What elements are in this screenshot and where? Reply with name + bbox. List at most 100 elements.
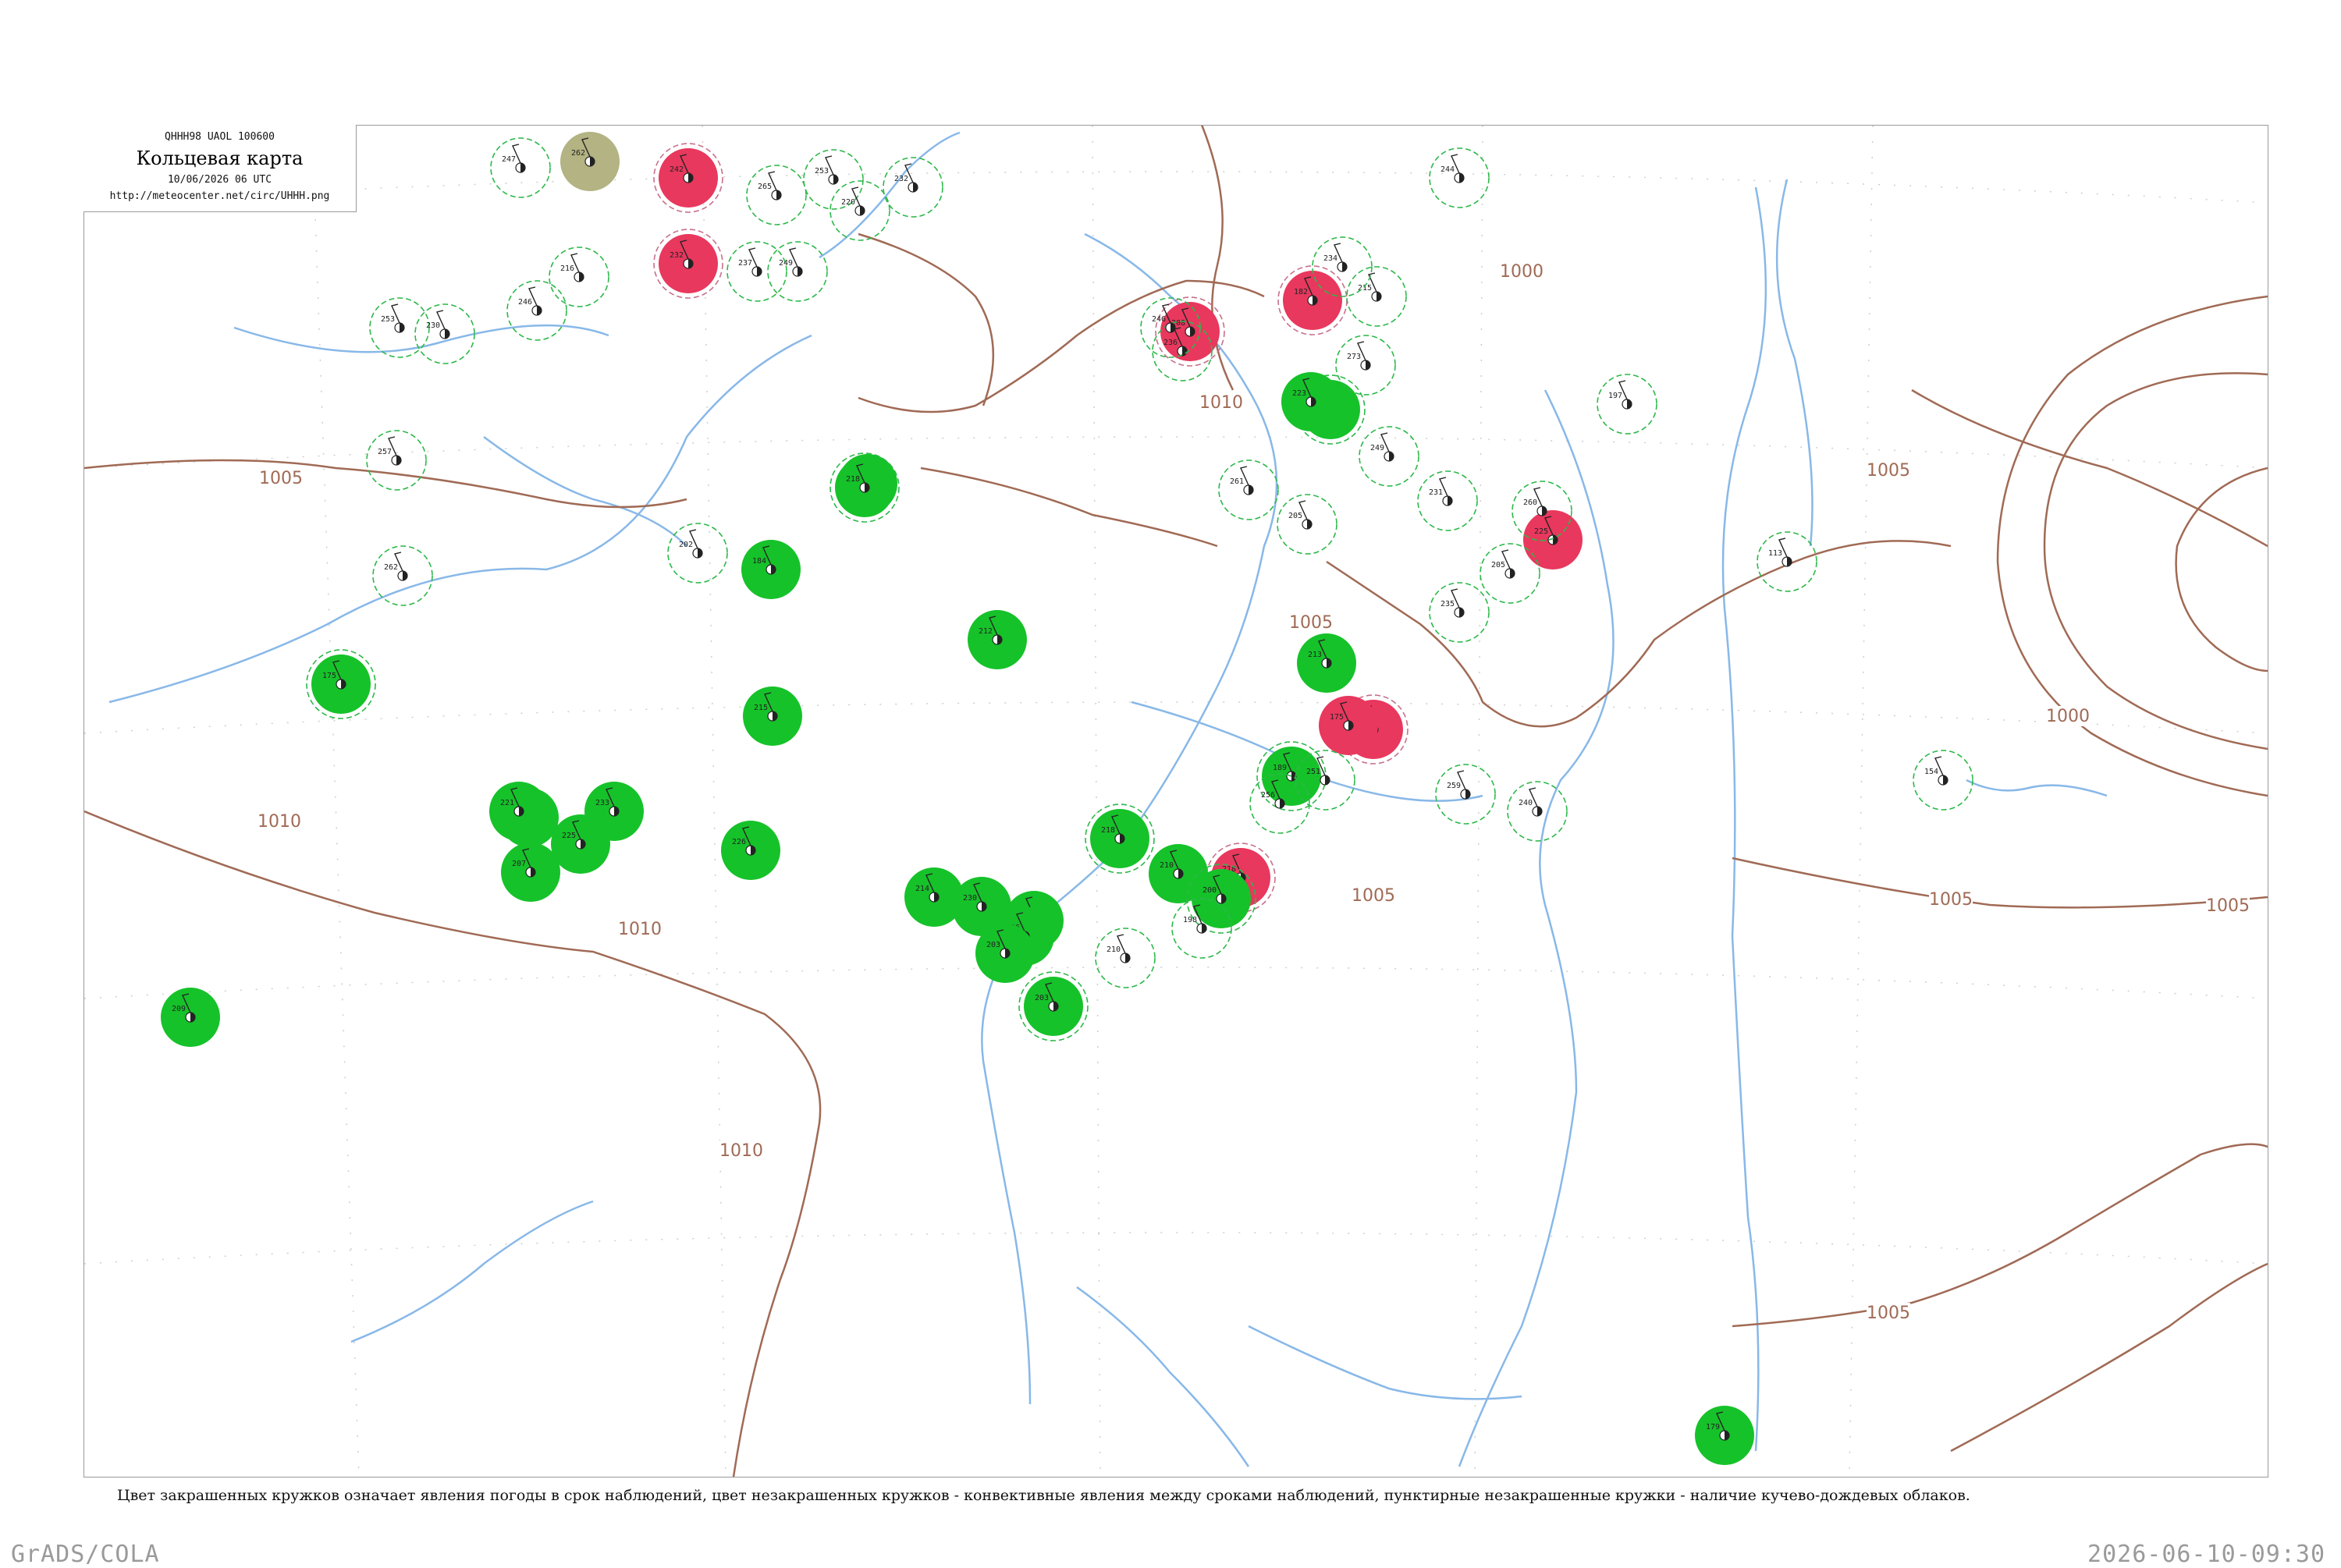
station-pressure-value: 230 <box>963 894 977 903</box>
station-pressure-value: 244 <box>1440 165 1455 174</box>
legend-caption: Цвет закрашенных кружков означает явлени… <box>117 1487 1970 1504</box>
weather-station: 265 <box>746 165 807 225</box>
station-pressure-value: 257 <box>378 448 392 456</box>
isobar-label: 1010 <box>258 812 301 832</box>
weather-station: 203 <box>1018 971 1089 1041</box>
weather-station: 197 <box>1597 374 1657 435</box>
station-pressure-value: 215 <box>754 704 768 712</box>
synoptic-map: 1010 1005 1010 1005 1005 1005 1000 1005 1005 1010… <box>84 126 2268 1477</box>
station-pressure-value: 200 <box>1202 886 1217 895</box>
station-pressure-value: 189 <box>1273 764 1287 772</box>
weather-station: 262 <box>372 545 433 606</box>
isobar-label: 1005 <box>1867 461 1910 481</box>
weather-station: 253 <box>369 297 430 358</box>
station-pressure-value: 207 <box>512 860 526 868</box>
station-pressure-value: 249 <box>1370 444 1384 452</box>
station-pressure-value: 262 <box>571 149 585 158</box>
station-pressure-value: 203 <box>986 941 1000 949</box>
station-pressure-value: 231 <box>1429 488 1443 497</box>
weather-station: 179 <box>1695 1406 1754 1465</box>
isobar-label: 1005 <box>1352 886 1395 906</box>
station-pressure-value: 225 <box>562 832 576 840</box>
station-pressure-value: 203 <box>1035 994 1049 1002</box>
station-pressure-value: 226 <box>732 838 746 846</box>
weather-station: 247 <box>490 137 551 198</box>
station-pressure-value: 213 <box>1308 651 1322 659</box>
station-pressure-value: 232 <box>670 251 684 260</box>
station-pressure-value: 247 <box>502 155 516 164</box>
map-title: Кольцевая карта <box>136 147 304 169</box>
station-pressure-value: 240 <box>1519 799 1533 807</box>
weather-station: 220 <box>829 180 890 241</box>
weather-station: 209 <box>161 988 220 1047</box>
weather-station: 154 <box>1913 750 1973 811</box>
station-pressure-value: 230 <box>426 321 440 330</box>
station-pressure-value: 262 <box>384 563 398 572</box>
station-pressure-value: 113 <box>1768 549 1782 558</box>
station-pressure-value: 223 <box>1292 389 1306 398</box>
isobar-label: 1005 <box>1867 1304 1910 1323</box>
weather-station: 175 <box>1319 696 1378 755</box>
weather-station: 221 <box>489 782 549 841</box>
weather-station: 182 <box>1277 265 1348 335</box>
weather-station: 237 <box>726 241 787 302</box>
weather-station: 113 <box>1757 531 1817 592</box>
isobar-label: 1005 <box>2206 896 2250 916</box>
station-pressure-value: 198 <box>1183 916 1197 924</box>
station-pressure-value: 251 <box>1306 768 1320 776</box>
weather-station: 244 <box>1429 147 1490 208</box>
weather-station: 203 <box>975 924 1035 983</box>
weather-station: 213 <box>1297 633 1356 693</box>
weather-station: 208 <box>1155 296 1225 367</box>
map-date: 10/06/2026 06 UTC <box>167 174 272 186</box>
weather-station: 249 <box>1359 426 1419 487</box>
weather-station: 223 <box>1281 372 1341 431</box>
software-credit: GrADS/COLA <box>11 1541 160 1568</box>
weather-station: 273 <box>1335 335 1396 396</box>
weather-station: 175 <box>306 649 376 719</box>
isobar-label: 1010 <box>719 1141 763 1161</box>
station-pressure-value: 256 <box>1261 791 1275 800</box>
weather-station: 240 <box>1507 781 1568 842</box>
weather-station: 257 <box>366 430 427 491</box>
station-pressure-value: 236 <box>1163 339 1178 347</box>
weather-station: 246 <box>506 280 567 341</box>
isobar-label: 1005 <box>1929 890 1973 910</box>
station-pressure-value: 216 <box>560 264 574 273</box>
station-pressure-value: 212 <box>979 627 993 636</box>
station-pressure-value: 182 <box>1294 288 1308 296</box>
isobar-label: 1000 <box>1500 262 1543 282</box>
isobar-label: 1010 <box>1199 393 1243 413</box>
weather-station: 226 <box>721 821 780 880</box>
rivers <box>108 131 2108 1467</box>
isobar-label: 1005 <box>259 469 303 488</box>
weather-station: 235 <box>1429 582 1490 643</box>
station-pressure-value: 205 <box>1288 512 1302 520</box>
station-pressure-value: 235 <box>1440 600 1455 608</box>
render-timestamp: 2026-06-10-09:30 <box>2087 1541 2325 1568</box>
station-pressure-value: 218 <box>1101 826 1115 835</box>
weather-station: 231 <box>1417 470 1478 531</box>
station-pressure-value: 246 <box>518 298 532 307</box>
weather-station: 230 <box>414 303 475 364</box>
map-header: QHHH98 UAOL 100600 Кольцевая карта 10/06… <box>83 125 357 212</box>
station-pressure-value: 210 <box>1107 945 1121 954</box>
weather-station: 249 <box>767 241 828 302</box>
station-pressure-value: 220 <box>841 198 855 207</box>
weather-station: 210 <box>1095 928 1156 988</box>
weather-station: 202 <box>667 523 728 584</box>
station-pressure-value: 265 <box>758 183 772 191</box>
station-pressure-value: 205 <box>1491 561 1505 569</box>
station-pressure-value: 242 <box>670 165 684 174</box>
weather-station: 242 <box>653 143 723 213</box>
weather-station: 233 <box>584 782 644 841</box>
weather-station: 216 <box>549 247 609 307</box>
weather-station: 215 <box>1346 266 1407 327</box>
station-pressure-value: 234 <box>1323 254 1337 263</box>
station-pressure-value: 225 <box>1534 527 1548 536</box>
station-pressure-value: 221 <box>500 799 514 807</box>
station-pressure-value: 260 <box>1523 498 1537 507</box>
weather-station: 261 <box>1218 459 1279 520</box>
weather-station: 205 <box>1277 494 1337 555</box>
station-pressure-value: 237 <box>738 259 752 268</box>
